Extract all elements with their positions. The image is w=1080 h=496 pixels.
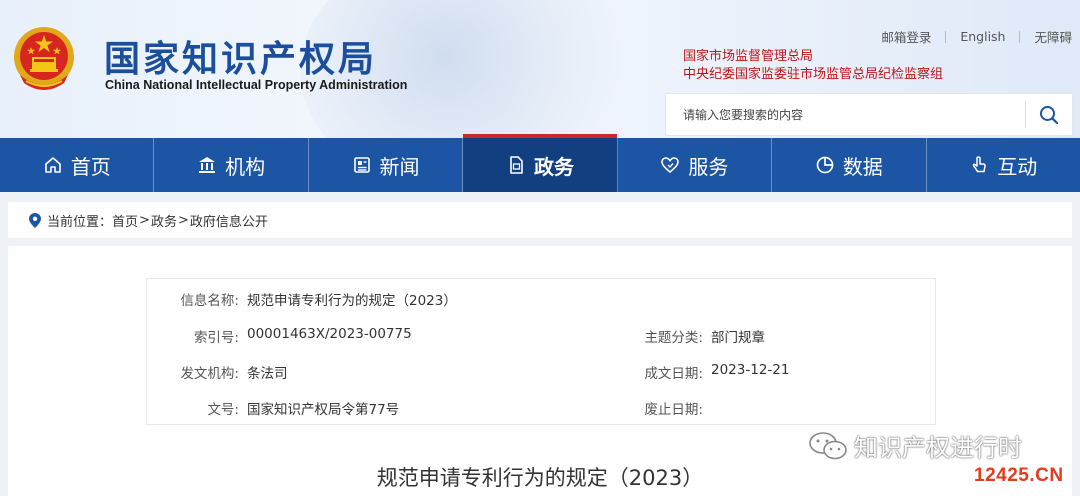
document-title: 规范申请专利行为的规定（2023）: [376, 466, 704, 490]
nav-item-services[interactable]: 服务: [618, 138, 773, 192]
info-row-index: 索引号: 00001463X/2023-00775: [147, 326, 412, 346]
national-emblem-icon[interactable]: [12, 25, 76, 93]
document-info-table: 信息名称: 规范申请专利行为的规定（2023） 索引号: 00001463X/2…: [146, 278, 936, 425]
info-name-label: 信息名称:: [180, 293, 239, 309]
english-link[interactable]: English: [946, 29, 1019, 44]
org-links: 国家市场监督管理总局 中央纪委国家监委驻市场监管总局纪检监察组: [683, 48, 943, 84]
info-row-abolish: 废止日期:: [637, 398, 711, 418]
nav-item-label: 服务: [688, 154, 729, 179]
discipline-inspection-link[interactable]: 中央纪委国家监委驻市场监管总局纪检监察组: [683, 66, 943, 84]
newspaper-icon: [353, 157, 370, 173]
accessibility-link[interactable]: 无障碍: [1020, 27, 1072, 46]
nav-item-label: 机构: [225, 154, 266, 179]
mail-login-link[interactable]: 邮箱登录: [867, 27, 945, 46]
location-pin-icon: [29, 212, 41, 228]
samr-link[interactable]: 国家市场监督管理总局: [683, 48, 943, 66]
home-icon: [44, 157, 61, 173]
info-topic-value: 部门规章: [711, 330, 765, 346]
info-abolish-label: 废止日期:: [644, 402, 703, 418]
info-index-value: 00001463X/2023-00775: [247, 326, 412, 342]
watermark-account: 知识产权进行时: [854, 434, 1022, 462]
breadcrumb-prefix: 当前位置：: [47, 214, 113, 230]
pie-chart-icon: [816, 156, 834, 174]
info-date-value: 2023-12-21: [711, 362, 790, 378]
site-title-english[interactable]: China National Intellectual Property Adm…: [105, 78, 407, 92]
breadcrumb-separator: >: [139, 212, 150, 228]
info-issuer-value: 条法司: [247, 366, 288, 382]
nav-item-organization[interactable]: 机构: [154, 138, 309, 192]
breadcrumb-gov-info-disclosure[interactable]: 政府信息公开: [190, 211, 268, 230]
search-box: [665, 93, 1073, 136]
nav-item-home[interactable]: 首页: [0, 138, 155, 192]
building-icon: [199, 157, 216, 173]
info-index-label: 索引号:: [193, 330, 239, 346]
info-topic-label: 主题分类:: [644, 330, 703, 346]
search-input[interactable]: [666, 94, 1025, 135]
search-icon: [1040, 105, 1059, 124]
info-abolish-value: [703, 398, 711, 418]
info-date-label: 成文日期:: [644, 366, 703, 382]
main-nav: 首页 机构 新闻 政务 服务 数据 互动: [0, 134, 1080, 192]
wechat-watermark: 知识产权进行时: [808, 428, 1022, 463]
info-docno-value: 国家知识产权局令第77号: [247, 402, 400, 418]
info-row-date: 成文日期: 2023-12-21: [637, 362, 789, 382]
nav-item-label: 新闻: [379, 154, 420, 179]
site-title[interactable]: 国家知识产权局: [104, 30, 377, 82]
breadcrumb-government-affairs[interactable]: 政务: [151, 211, 177, 230]
nav-item-label: 政务: [533, 154, 574, 179]
nav-item-interaction[interactable]: 互动: [927, 138, 1080, 192]
search-button[interactable]: [1026, 94, 1072, 135]
info-row-name: 信息名称: 规范申请专利行为的规定（2023）: [147, 289, 457, 309]
heart-hand-icon: [661, 157, 680, 174]
site-header: 国家知识产权局 China National Intellectual Prop…: [0, 0, 1080, 138]
nav-item-news[interactable]: 新闻: [309, 138, 464, 192]
info-issuer-label: 发文机构:: [180, 366, 239, 382]
breadcrumb-home[interactable]: 首页: [112, 211, 138, 230]
site-watermark: 12425.CN: [974, 465, 1064, 486]
breadcrumb: 当前位置： 首页 > 政务 > 政府信息公开: [8, 202, 1072, 238]
hand-pointer-icon: [973, 156, 987, 173]
nav-item-label: 数据: [842, 154, 883, 179]
document-icon: [510, 156, 523, 174]
nav-item-data[interactable]: 数据: [772, 138, 927, 192]
nav-item-label: 首页: [70, 154, 111, 179]
info-docno-label: 文号:: [207, 402, 239, 418]
wechat-icon: [809, 431, 847, 459]
top-links: 邮箱登录 English 无障碍: [867, 27, 1072, 46]
info-row-topic: 主题分类: 部门规章: [637, 326, 765, 346]
breadcrumb-separator: >: [177, 212, 189, 228]
info-row-docno: 文号: 国家知识产权局令第77号: [147, 398, 399, 418]
info-name-value: 规范申请专利行为的规定（2023）: [247, 293, 457, 309]
nav-item-label: 互动: [997, 154, 1038, 179]
nav-item-government-affairs[interactable]: 政务: [463, 134, 618, 192]
info-row-issuer: 发文机构: 条法司: [147, 362, 288, 382]
